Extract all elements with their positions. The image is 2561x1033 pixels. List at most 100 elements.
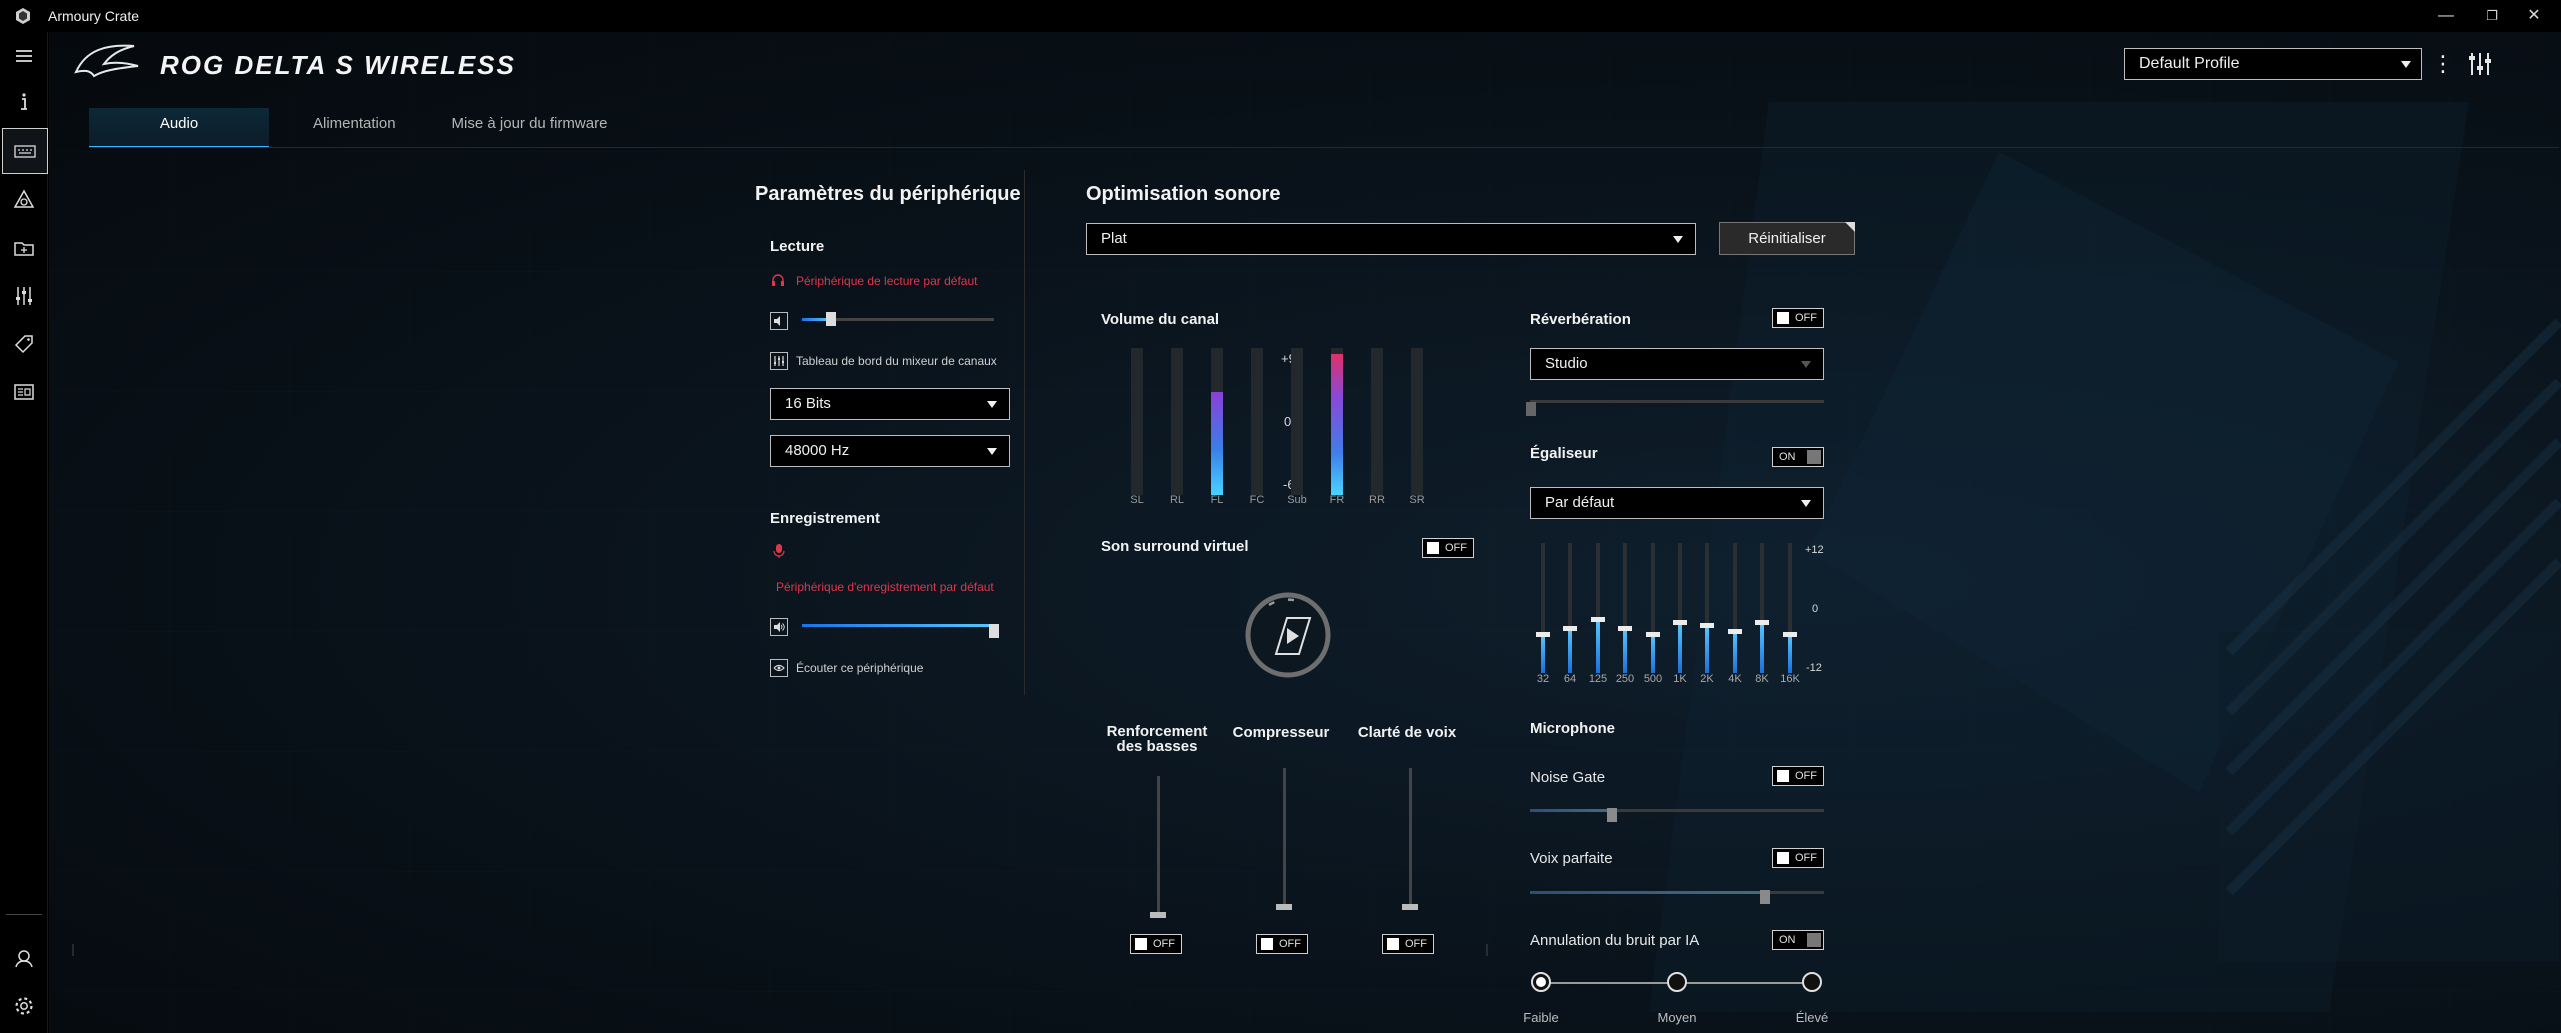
chevron-down-icon (2401, 61, 2411, 68)
bit-depth-dropdown[interactable]: 16 Bits (770, 388, 1010, 420)
ai-noise-level-label: Faible (1523, 1010, 1559, 1025)
noise-gate-thumb[interactable] (1607, 808, 1618, 822)
sample-rate-dropdown[interactable]: 48000 Hz (770, 435, 1010, 467)
bass-boost-title: Renforcement des basses (1106, 723, 1208, 755)
reverb-toggle[interactable]: OFF (1772, 308, 1824, 328)
eq-band-thumb-1k[interactable] (1673, 619, 1687, 625)
channel-label-sr: SR (1409, 494, 1425, 506)
tab-audio[interactable]: Audio (89, 108, 269, 148)
virtual-surround-toggle[interactable]: OFF (1422, 538, 1474, 558)
settings-sliders-icon[interactable] (2466, 50, 2494, 78)
playback-volume-button[interactable] (770, 312, 788, 330)
voice-clarity-slider[interactable] (1409, 768, 1412, 908)
bass-boost-thumb[interactable] (1150, 912, 1166, 918)
tab-firmware-update[interactable]: Mise à jour du firmware (434, 108, 626, 148)
reverb-preset-dropdown[interactable]: Studio (1530, 348, 1824, 380)
toggle-state: OFF (1153, 938, 1175, 950)
eq-band-label-16k: 16K (1780, 673, 1800, 685)
toggle-knob (1777, 852, 1789, 864)
menu-button[interactable] (0, 36, 48, 76)
equalizer-toggle[interactable]: ON (1772, 447, 1824, 467)
reset-button[interactable]: Réinitialiser (1719, 222, 1855, 255)
nav-user-center[interactable] (0, 938, 48, 978)
noise-gate-label: Noise Gate (1530, 769, 1606, 786)
profile-dropdown[interactable]: Default Profile (2124, 48, 2422, 80)
left-navigation-rail (0, 32, 48, 1033)
ai-noise-level-0[interactable] (1531, 972, 1551, 992)
eq-band-thumb-4k[interactable] (1728, 628, 1742, 634)
playback-title: Lecture (770, 238, 825, 255)
eq-band-fill-125 (1596, 618, 1600, 673)
compressor-thumb[interactable] (1276, 904, 1292, 910)
eq-band-thumb-8k[interactable] (1755, 619, 1769, 625)
eq-band-thumb-500[interactable] (1646, 632, 1660, 637)
mixer-dashboard-button[interactable] (770, 352, 788, 370)
equalizer-preset-dropdown[interactable]: Par défaut (1530, 487, 1824, 519)
close-button[interactable]: ✕ (2514, 4, 2554, 28)
eq-band-thumb-32[interactable] (1536, 632, 1550, 637)
eq-band-thumb-2k[interactable] (1700, 622, 1714, 628)
listen-device-button[interactable] (770, 659, 788, 677)
surround-play-icon[interactable] (1243, 590, 1333, 680)
channel-meter-sr (1411, 348, 1423, 495)
toggle-knob (1135, 938, 1147, 950)
sound-preset-dropdown[interactable]: Plat (1086, 223, 1696, 255)
nav-info[interactable] (0, 82, 48, 122)
playback-volume-thumb[interactable] (825, 312, 836, 326)
recording-volume-button[interactable] (770, 618, 788, 636)
restore-button[interactable]: ❐ (2472, 4, 2512, 28)
compressor-toggle[interactable]: OFF (1256, 934, 1308, 954)
toggle-state: OFF (1795, 312, 1817, 324)
product-name: ROG DELTA S WIRELESS (160, 50, 516, 80)
voice-clarity-toggle[interactable]: OFF (1382, 934, 1434, 954)
sound-preset-value: Plat (1101, 230, 1127, 247)
listen-device-label[interactable]: Écouter ce périphérique (796, 661, 923, 675)
mixer-dashboard-label[interactable]: Tableau de bord du mixeur de canaux (796, 354, 997, 368)
bass-boost-slider[interactable] (1157, 776, 1160, 916)
perfect-voice-toggle[interactable]: OFF (1772, 848, 1824, 868)
microphone-title: Microphone (1530, 720, 1615, 737)
eq-scale-min: -12 (1806, 662, 1822, 674)
eq-band-thumb-64[interactable] (1563, 625, 1577, 631)
ai-noise-level-label: Élevé (1795, 1010, 1829, 1025)
eq-band-thumb-125[interactable] (1591, 616, 1605, 622)
ai-noise-level-1[interactable] (1667, 972, 1687, 992)
ai-noise-level-2[interactable] (1802, 972, 1822, 992)
perfect-voice-thumb[interactable] (1760, 890, 1771, 904)
default-playback-device: Périphérique de lecture par défaut (796, 274, 978, 288)
nav-settings[interactable] (0, 986, 48, 1026)
nav-gamevisual[interactable] (0, 228, 48, 268)
keyboard-device-icon (14, 145, 36, 158)
title-bar: Armoury Crate — ❐ ✕ (0, 0, 2561, 32)
recording-volume-thumb[interactable] (989, 624, 999, 638)
nav-settings-sliders[interactable] (0, 276, 48, 316)
reverb-level-track[interactable] (1530, 400, 1824, 403)
eq-band-thumb-250[interactable] (1618, 625, 1632, 631)
tab-power[interactable]: Alimentation (295, 108, 414, 148)
mixer-icon (774, 356, 784, 366)
ai-noise-toggle[interactable]: ON (1772, 930, 1824, 950)
noise-gate-toggle[interactable]: OFF (1772, 766, 1824, 786)
toggle-knob (1777, 312, 1789, 324)
nav-deals[interactable] (0, 324, 48, 364)
minimize-button[interactable]: — (2426, 4, 2466, 28)
toggle-knob (1427, 542, 1439, 554)
nav-aura-sync[interactable] (0, 180, 48, 220)
chevron-down-icon (1673, 236, 1683, 243)
chevron-down-icon (1801, 500, 1811, 507)
eq-band-thumb-16k[interactable] (1783, 632, 1797, 637)
toggle-state: OFF (1405, 938, 1427, 950)
nav-devices[interactable] (2, 128, 48, 174)
eq-band-fill-8k (1760, 621, 1764, 673)
more-options-icon[interactable]: ⋮ (2432, 50, 2454, 78)
compressor-slider[interactable] (1283, 768, 1286, 908)
nav-news[interactable] (0, 372, 48, 412)
aura-icon (13, 189, 35, 208)
bass-boost-toggle[interactable]: OFF (1130, 934, 1182, 954)
channel-meter-fc (1251, 348, 1263, 495)
channel-label-sub: Sub (1287, 494, 1307, 506)
voice-clarity-thumb[interactable] (1402, 904, 1418, 910)
ai-noise-level-label: Moyen (1657, 1010, 1697, 1025)
reverb-level-thumb[interactable] (1526, 402, 1536, 416)
channel-level-fl (1211, 392, 1223, 495)
